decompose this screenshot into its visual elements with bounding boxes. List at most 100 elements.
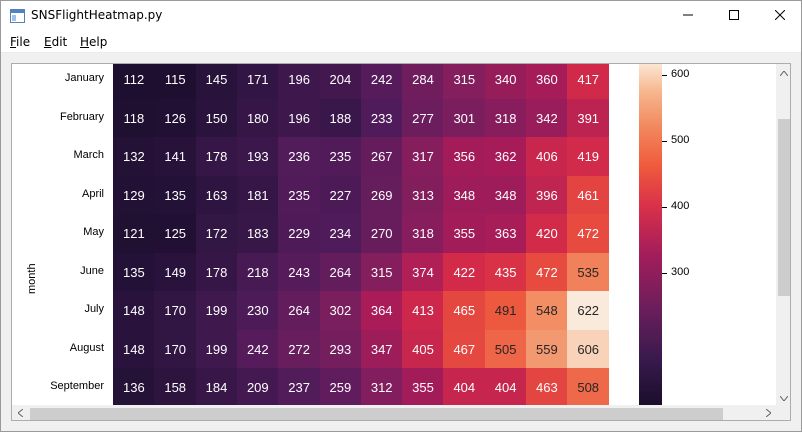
maximize-button[interactable] [711,1,757,31]
menu-edit-rest: dit [51,35,68,49]
heatmap-cell: 505 [484,329,527,369]
heatmap-cell: 163 [195,175,238,215]
heatmap-cell: 340 [484,64,527,99]
heatmap-cell: 461 [567,175,610,215]
row-label: June [80,264,104,277]
heatmap-cell: 535 [567,252,610,292]
heatmap-cell: 170 [154,291,197,330]
horizontal-scroll-thumb[interactable] [30,408,723,420]
heatmap-cell: 472 [526,252,568,292]
scroll-up-button[interactable] [776,64,790,81]
heatmap-cell: 178 [195,137,238,176]
colorbar-tick [662,75,667,77]
heatmap-cell: 233 [360,98,403,138]
heatmap-cell: 236 [278,137,320,176]
heatmap-cell: 293 [319,329,362,369]
horizontal-scrollbar[interactable] [12,404,776,420]
colorbar [639,64,662,405]
scroll-right-button[interactable] [760,405,776,420]
colorbar-tick-label: 300 [671,265,690,278]
menu-edit-mnemonic: E [44,35,52,49]
heatmap-cell: 242 [236,329,279,369]
menu-file[interactable]: File [10,35,30,49]
vertical-scrollbar[interactable] [776,64,790,405]
heatmap-cell: 193 [236,137,279,176]
heatmap-cell: 312 [360,368,403,405]
heatmap-cell: 272 [278,329,320,369]
heatmap-cell: 141 [154,137,197,176]
menu-file-rest: ile [16,35,31,49]
heatmap-cell: 145 [195,64,238,99]
close-button[interactable] [757,1,802,31]
heatmap-cell: 264 [278,291,320,330]
heatmap-cell: 180 [236,98,279,138]
heatmap-cell: 405 [402,329,444,369]
heatmap-cell: 606 [567,329,610,369]
heatmap-cell: 199 [195,291,238,330]
chevron-left-icon [16,404,23,420]
menu-help[interactable]: Help [80,35,107,49]
heatmap-cell: 227 [319,175,362,215]
heatmap-cell: 559 [526,329,568,369]
colorbar-tick [662,272,667,274]
heatmap-cell: 136 [113,368,155,405]
minimize-button[interactable] [665,1,711,31]
heatmap-cell: 318 [402,214,444,253]
heatmap-cell: 317 [402,137,444,176]
colorbar-tick [662,207,667,209]
vertical-scroll-thumb[interactable] [778,119,790,296]
heatmap-cell: 172 [195,214,238,253]
row-label: January [64,72,104,84]
heatmap-cell: 463 [526,368,568,405]
row-label: April [81,187,104,200]
heatmap-cell: 234 [319,214,362,253]
heatmap-cell: 302 [319,291,362,330]
heatmap-cell: 348 [484,175,527,215]
heatmap-cell: 237 [278,368,320,405]
heatmap-canvas: month January 112 115 145 171 196 204 242 284 315… [12,64,776,405]
heatmap-cell: 270 [360,214,403,253]
heatmap-cell: 417 [567,64,610,99]
menu-help-rest: elp [89,35,108,49]
chevron-up-icon [779,64,789,81]
colorbar-tick-label: 400 [671,200,690,213]
heatmap-cell: 115 [154,64,197,99]
heatmap-cell: 181 [236,175,279,215]
heatmap-cell: 360 [526,64,568,99]
heatmap-cell: 374 [402,252,444,292]
heatmap-cell: 406 [526,137,568,176]
heatmap-cell: 183 [236,214,279,253]
colorbar-tick-label: 500 [671,134,690,147]
menu-help-mnemonic: H [80,35,90,49]
heatmap-cell: 125 [154,214,197,253]
heatmap-cell: 355 [402,368,444,405]
heatmap-cell: 435 [484,252,527,292]
heatmap-cell: 204 [319,64,362,99]
row-label: July [84,303,104,315]
heatmap-cell: 313 [402,175,444,215]
scroll-left-button[interactable] [12,404,28,420]
heatmap-cell: 364 [360,291,403,330]
heatmap-cell: 355 [443,214,486,253]
scroll-down-button[interactable] [776,389,790,405]
heatmap-cell: 404 [484,368,527,405]
heatmap-cell: 277 [402,98,444,138]
heatmap-cell: 135 [113,252,155,292]
title-bar[interactable]: SNSFlightHeatmap.py [1,1,801,31]
heatmap-cell: 508 [567,368,610,405]
canvas-scroll-area[interactable]: month January 112 115 145 171 196 204 242 284 315… [11,63,791,421]
heatmap-cell: 135 [154,175,197,215]
menu-edit[interactable]: Edit [44,35,67,49]
heatmap-cell: 199 [195,329,238,369]
heatmap-cell: 118 [113,98,155,138]
scrollbar-corner [776,405,790,420]
heatmap-cell: 318 [484,98,527,138]
heatmap-cell: 148 [113,291,155,330]
heatmap-cell: 243 [278,252,320,292]
row-label: August [69,341,104,354]
heatmap-cell: 149 [154,252,197,292]
heatmap-cell: 196 [278,98,320,138]
heatmap-cell: 348 [443,175,486,215]
row-label: February [59,110,104,123]
colorbar-tick-label: 600 [671,68,690,81]
